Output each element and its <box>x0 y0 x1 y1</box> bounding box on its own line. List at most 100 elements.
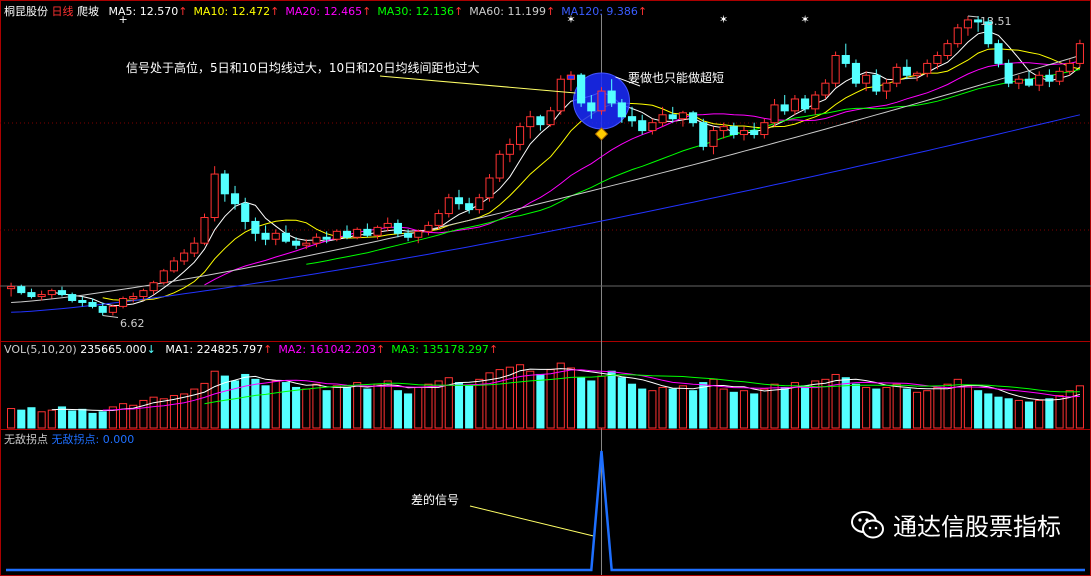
candle-body-14 <box>149 282 158 292</box>
candle-body-63 <box>648 122 657 132</box>
candle-body-72 <box>739 130 749 136</box>
volume-bar-14 <box>149 396 158 429</box>
candle-body-83 <box>851 62 861 84</box>
candle-body-20 <box>210 173 219 219</box>
volume-bar-95 <box>974 390 983 429</box>
indicator-name[interactable]: 爬坡 <box>77 5 99 18</box>
ma-legend-item-arrow-2: ↑ <box>362 5 372 18</box>
volume-bar-52 <box>536 373 545 429</box>
candle-body-100 <box>1024 78 1034 86</box>
volume-bar-36 <box>373 383 382 429</box>
candle-body-9 <box>98 305 107 313</box>
candle-body-53 <box>546 110 555 126</box>
candle-body-22 <box>230 193 240 205</box>
volume-bar-30 <box>312 383 321 429</box>
candle-body-54 <box>556 78 565 112</box>
volume-bar-67 <box>689 390 698 429</box>
candle-body-73 <box>750 130 759 136</box>
ma-legend-item-1: MA10: 12.472 <box>193 5 271 18</box>
vol-prefix: VOL(5,10,20) <box>4 343 77 356</box>
stock-name[interactable]: 桐昆股份 <box>4 5 48 18</box>
candle-body-89 <box>912 72 922 76</box>
indicator-header-name: 无敌拐点 <box>4 433 48 446</box>
volume-bar-84 <box>862 386 871 429</box>
candle-body-32 <box>332 230 341 240</box>
candle-body-33 <box>342 230 352 238</box>
volume-bar-89 <box>912 391 922 429</box>
volume-bar-2 <box>27 407 36 429</box>
pointer-line-bad-signal <box>469 505 594 537</box>
period-label[interactable]: 日线 <box>52 5 74 18</box>
candle-body-67 <box>689 112 698 124</box>
candle-body-top-55 <box>566 74 576 80</box>
candle-body-76 <box>780 104 789 112</box>
candle-body-91 <box>933 55 942 64</box>
volume-bar-16 <box>169 395 179 429</box>
volume-bar-4 <box>47 409 56 429</box>
volume-bar-59 <box>607 370 616 429</box>
candle-body-28 <box>292 240 301 246</box>
candle-body-16 <box>169 260 179 272</box>
volume-bar-54 <box>556 362 565 429</box>
star-marker-3: ✶ <box>800 13 809 26</box>
candle-body-92 <box>943 43 952 57</box>
ma-legend-item-arrow-3: ↑ <box>454 5 464 18</box>
candle-body-87 <box>892 66 901 84</box>
candle-body-86 <box>882 82 891 92</box>
candle-body-84 <box>862 74 871 84</box>
volume-bar-23 <box>241 373 250 429</box>
volume-bar-81 <box>831 373 840 429</box>
candle-body-65 <box>668 114 677 120</box>
volume-bar-34 <box>353 382 362 429</box>
vol-ma-legend-item-arrow-0: ↑ <box>263 343 273 356</box>
candle-body-97 <box>994 43 1003 64</box>
candle-body-top-57 <box>587 102 596 112</box>
volume-bar-75 <box>770 383 779 429</box>
candle-body-46 <box>475 197 484 211</box>
candle-body-51 <box>526 116 535 128</box>
volume-bar-50 <box>515 364 525 429</box>
candle-body-64 <box>658 114 667 124</box>
volume-bar-45 <box>465 385 474 429</box>
stock-chart[interactable]: + ✶ ✶ ✶ <box>0 0 1091 576</box>
candle-body-74 <box>760 122 769 136</box>
candle-body-27 <box>281 232 290 242</box>
volume-bar-63 <box>648 390 657 429</box>
candle-body-103 <box>1055 70 1064 82</box>
candle-body-101 <box>1035 74 1044 86</box>
volume-bar-73 <box>750 393 759 429</box>
volume-bar-100 <box>1024 401 1034 429</box>
volume-bar-68 <box>699 382 708 429</box>
candle-body-29 <box>302 242 311 246</box>
watermark-text: 通达信股票指标 <box>893 513 1061 541</box>
ma-legend-item-arrow-1: ↑ <box>270 5 280 18</box>
main-header: 桐昆股份 日线 爬坡 MA5: 12.570↑ MA10: 12.472↑ MA20… <box>4 3 647 19</box>
candle-body-11 <box>118 298 128 307</box>
volume-bar-103 <box>1055 395 1064 429</box>
candle-body-90 <box>923 62 932 74</box>
candle-body-top-59 <box>607 90 616 104</box>
volume-bar-32 <box>332 385 341 429</box>
volume-bar-58 <box>597 375 606 429</box>
candle-body-77 <box>790 98 799 112</box>
volume-bar-56 <box>577 377 586 429</box>
candle-body-1 <box>17 286 26 294</box>
vol-ma-legend-item-1: MA2: 161042.203 <box>278 343 377 356</box>
candle-body-40 <box>414 230 423 238</box>
candle-body-21 <box>220 173 229 195</box>
volume-bar-26 <box>271 380 280 429</box>
candle-body-75 <box>770 104 779 124</box>
candle-body-82 <box>841 55 850 64</box>
vol-ma-legend-item-arrow-1: ↑ <box>376 343 386 356</box>
volume-bar-57 <box>587 380 596 429</box>
volume-bar-28 <box>292 386 301 429</box>
volume-bar-72 <box>739 390 749 429</box>
volume-bar-25 <box>261 385 270 429</box>
volume-bar-74 <box>760 388 769 429</box>
volume-bar-101 <box>1035 399 1044 429</box>
volume-bar-19 <box>200 382 209 429</box>
ma-legend: MA5: 12.570↑ MA10: 12.472↑ MA20: 12.465↑ MA… <box>103 5 648 18</box>
volume-bar-77 <box>790 382 799 429</box>
candle-body-34 <box>353 228 362 238</box>
candle-body-36 <box>373 226 382 236</box>
